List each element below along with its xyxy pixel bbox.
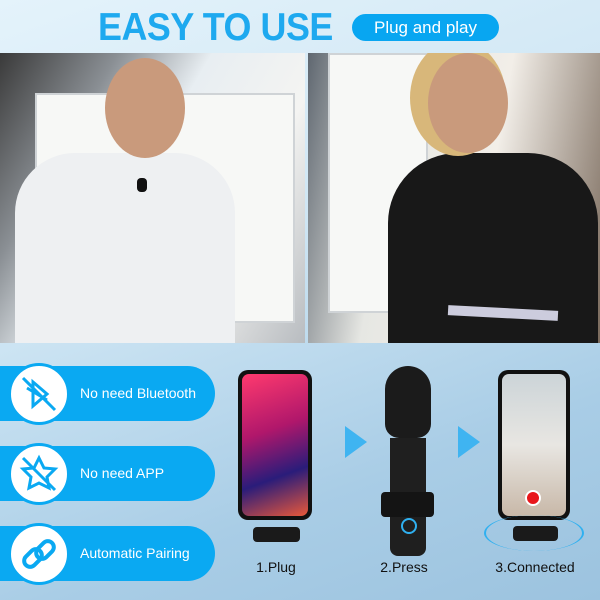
feature-label: No need APP	[80, 465, 165, 481]
step-label: 3.Connected	[495, 559, 575, 575]
page-title: EASY TO USE	[98, 6, 333, 49]
feature-label: Automatic Pairing	[80, 545, 190, 561]
arrow-right-icon	[345, 426, 367, 458]
presenter-woman-photo	[308, 53, 600, 343]
arrow-right-icon	[458, 426, 480, 458]
presenter-man-photo	[0, 53, 305, 343]
woman-head	[428, 53, 508, 153]
bluetooth-off-icon	[8, 363, 70, 425]
link-icon	[8, 523, 70, 585]
feature-no-app: No need APP	[0, 443, 215, 505]
feature-auto-pairing: Automatic Pairing	[0, 523, 215, 585]
fingerprint-press-icon	[401, 518, 417, 534]
microphone-clip	[381, 492, 434, 517]
phone-camera-recording	[498, 370, 570, 520]
app-off-icon	[8, 443, 70, 505]
step-label: 2.Press	[380, 559, 428, 575]
feature-no-bluetooth: No need Bluetooth	[0, 363, 215, 425]
microphone-head	[385, 366, 431, 438]
receiver-dongle	[253, 527, 300, 542]
lapel-mic	[137, 178, 147, 192]
phone-home-screen	[238, 370, 312, 520]
step-label: 1.Plug	[256, 559, 296, 575]
man-shirt	[15, 153, 235, 343]
signal-waves-icon	[484, 515, 584, 551]
man-head	[105, 58, 185, 158]
feature-label: No need Bluetooth	[80, 385, 196, 401]
record-button	[525, 490, 541, 506]
plug-and-play-badge: Plug and play	[352, 14, 499, 41]
